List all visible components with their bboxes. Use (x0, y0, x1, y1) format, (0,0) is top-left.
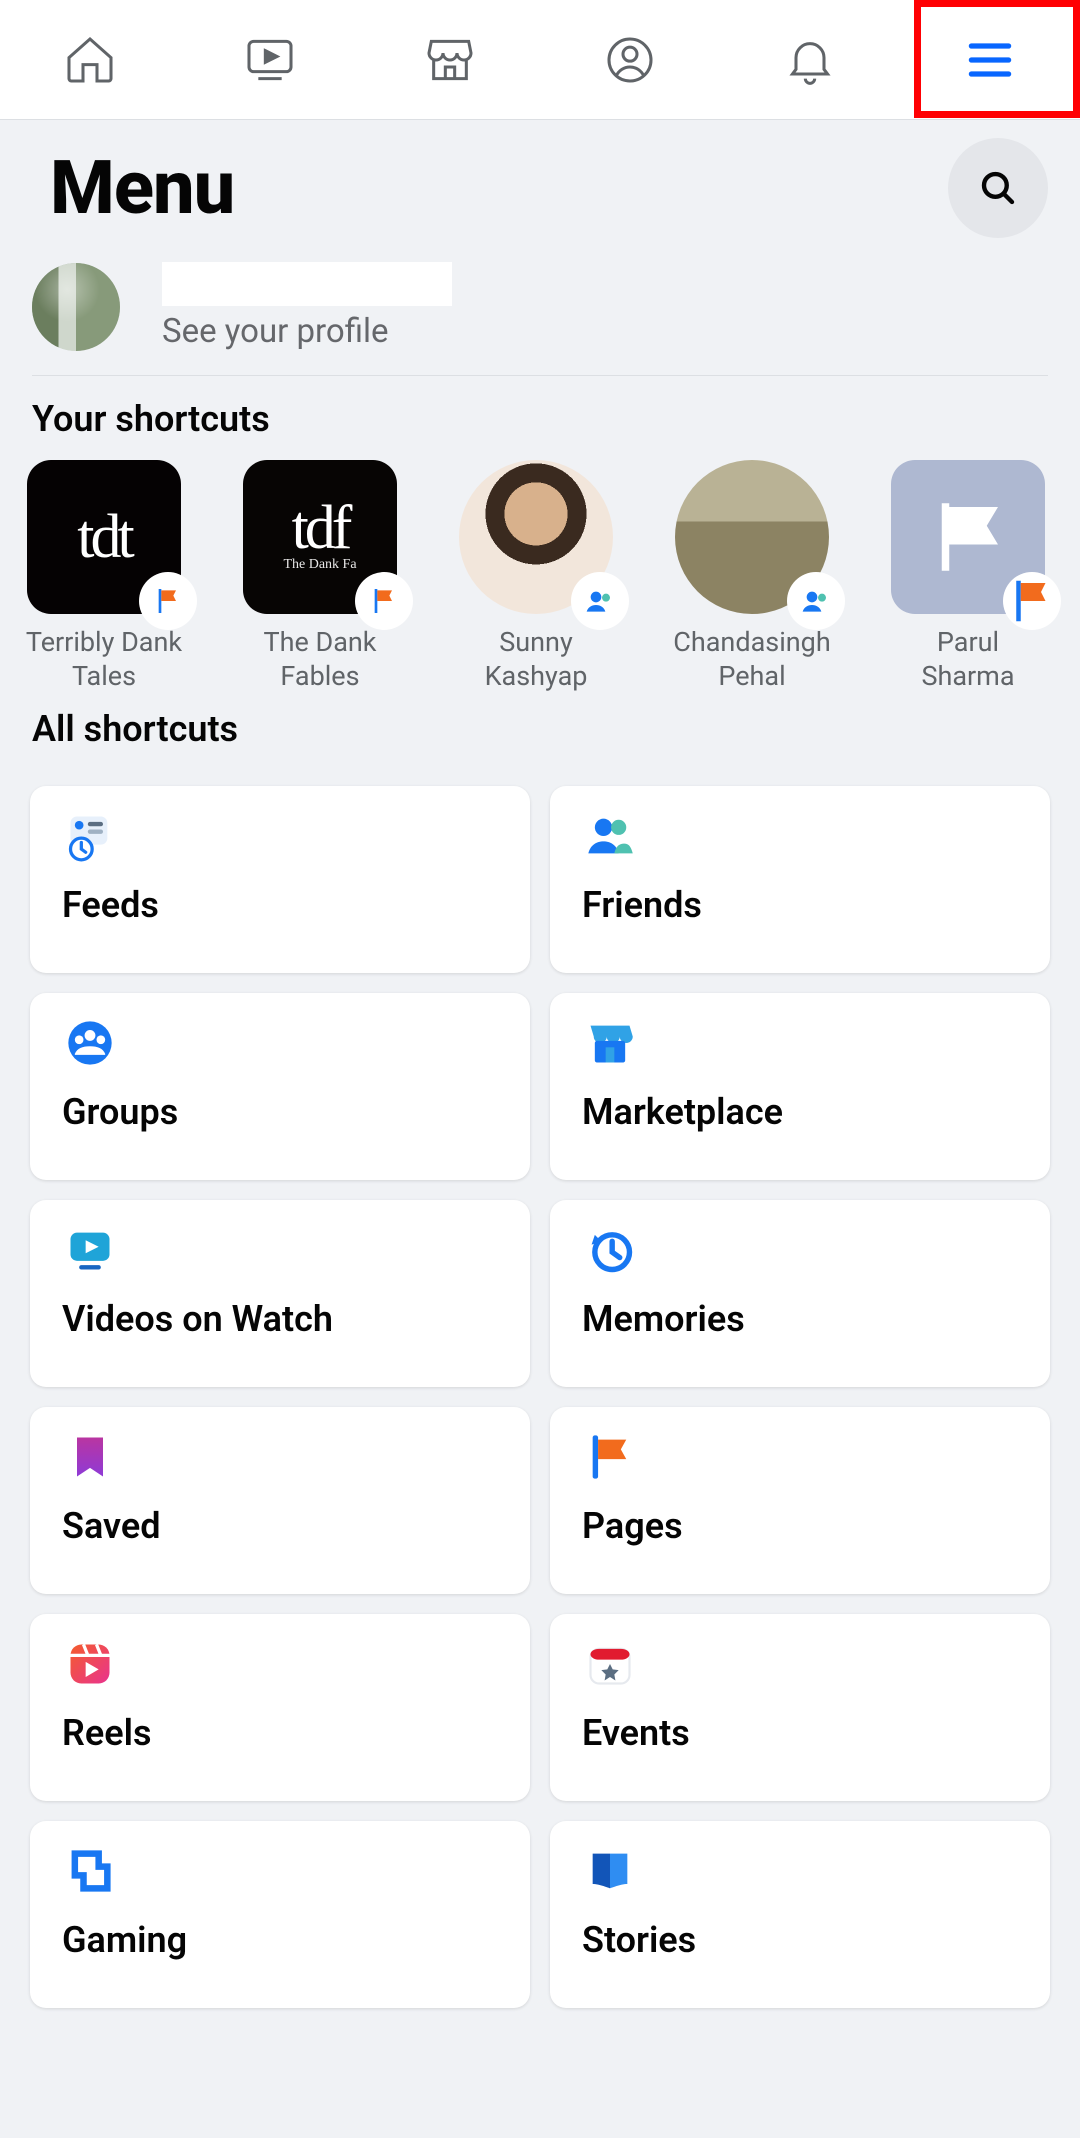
shortcuts-row: tdt Terribly Dank Tales tdf The Dank Fa … (0, 460, 1080, 694)
card-saved[interactable]: Saved (30, 1407, 530, 1594)
card-pages[interactable]: Pages (550, 1407, 1050, 1594)
avatar (32, 263, 120, 351)
card-marketplace[interactable]: Marketplace (550, 993, 1050, 1180)
card-videos-on-watch[interactable]: Videos on Watch (30, 1200, 530, 1387)
card-label: Reels (62, 1712, 498, 1754)
group-badge-icon (573, 574, 627, 628)
friends-icon (582, 808, 638, 864)
shortcut-label: Terribly Dank Tales (24, 626, 184, 694)
menu-header: Menu (0, 120, 1080, 238)
events-icon (582, 1636, 638, 1692)
tab-profile[interactable] (570, 0, 690, 120)
shortcut-item[interactable]: Sunny Kashyap (456, 460, 616, 694)
shortcuts-grid: Feeds Friends Groups Marketplace Videos … (0, 770, 1080, 2038)
group-badge-icon (789, 574, 843, 628)
card-label: Events (582, 1712, 1018, 1754)
card-gaming[interactable]: Gaming (30, 1821, 530, 2008)
page-flag-badge-icon (1005, 574, 1059, 628)
shortcut-item[interactable]: Chandasingh Pehal (672, 460, 832, 694)
shortcut-thumb: tdt (27, 460, 181, 614)
card-friends[interactable]: Friends (550, 786, 1050, 973)
card-label: Feeds (62, 884, 498, 926)
marketplace-color-icon (582, 1015, 638, 1071)
reels-icon (62, 1636, 118, 1692)
flag-icon (923, 492, 1013, 582)
marketplace-icon (422, 32, 478, 88)
shortcut-label: The Dank Fables (240, 626, 400, 694)
shortcut-item[interactable]: tdt Terribly Dank Tales (24, 460, 184, 694)
shortcut-item[interactable]: Parul Sharma (888, 460, 1048, 694)
search-button[interactable] (948, 138, 1048, 238)
page-flag-badge-icon (357, 574, 411, 628)
groups-icon (62, 1015, 118, 1071)
shortcut-label: Sunny Kashyap (456, 626, 616, 694)
saved-icon (62, 1429, 118, 1485)
search-icon (977, 167, 1019, 209)
profile-name-redacted (162, 262, 452, 306)
card-feeds[interactable]: Feeds (30, 786, 530, 973)
tab-watch[interactable] (210, 0, 330, 120)
profile-row[interactable]: See your profile (0, 238, 1080, 375)
card-label: Friends (582, 884, 1018, 926)
card-label: Groups (62, 1091, 498, 1133)
card-reels[interactable]: Reels (30, 1614, 530, 1801)
shortcut-thumb (459, 460, 613, 614)
card-label: Pages (582, 1505, 1018, 1547)
shortcut-label: Chandasingh Pehal (672, 626, 832, 694)
tab-notifications[interactable] (750, 0, 870, 120)
card-events[interactable]: Events (550, 1614, 1050, 1801)
card-memories[interactable]: Memories (550, 1200, 1050, 1387)
stories-icon (582, 1843, 638, 1899)
page-flag-badge-icon (141, 574, 195, 628)
feeds-icon (62, 808, 118, 864)
card-stories[interactable]: Stories (550, 1821, 1050, 2008)
memories-icon (582, 1222, 638, 1278)
shortcut-item[interactable]: tdf The Dank Fa The Dank Fables (240, 460, 400, 694)
tab-home[interactable] (30, 0, 150, 120)
tab-marketplace[interactable] (390, 0, 510, 120)
shortcut-thumb: tdf The Dank Fa (243, 460, 397, 614)
card-label: Stories (582, 1919, 1018, 1961)
gaming-icon (62, 1843, 118, 1899)
shortcut-thumb (675, 460, 829, 614)
page-title: Menu (50, 145, 234, 232)
shortcut-thumb (891, 460, 1045, 614)
your-shortcuts-heading: Your shortcuts (0, 376, 1080, 460)
profile-icon (602, 32, 658, 88)
annotation-highlight (914, 0, 1080, 118)
watch-icon (242, 32, 298, 88)
card-label: Gaming (62, 1919, 498, 1961)
all-shortcuts-heading: All shortcuts (0, 694, 1080, 770)
card-label: Memories (582, 1298, 1018, 1340)
card-groups[interactable]: Groups (30, 993, 530, 1180)
pages-icon (582, 1429, 638, 1485)
bell-icon (782, 32, 838, 88)
home-icon (62, 32, 118, 88)
profile-subtitle: See your profile (162, 312, 452, 351)
card-label: Marketplace (582, 1091, 1018, 1133)
card-label: Videos on Watch (62, 1298, 498, 1340)
watch-color-icon (62, 1222, 118, 1278)
card-label: Saved (62, 1505, 498, 1547)
